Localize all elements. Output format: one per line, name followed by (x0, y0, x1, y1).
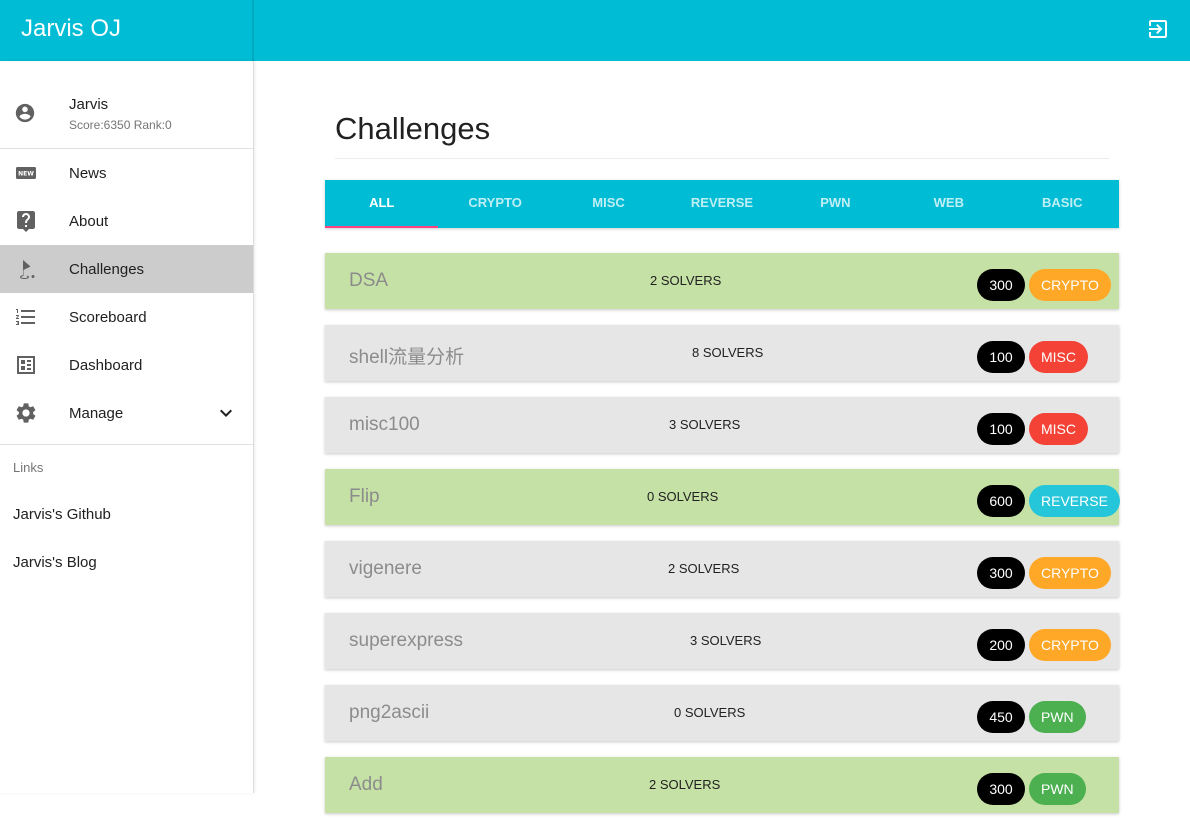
challenge-score-badge: 300 (977, 269, 1025, 301)
challenge-score-badge: 300 (977, 557, 1025, 589)
challenge-score-badge: 100 (977, 341, 1025, 373)
top-app-bar: Jarvis OJ (0, 0, 1190, 61)
challenge-category-badge: PWN (1029, 701, 1086, 733)
sidebar-item-label: Challenges (69, 260, 145, 278)
tab-reverse[interactable]: REVERSE (665, 180, 778, 228)
challenge-solvers: 0 SOLVERS (647, 489, 719, 504)
logout-icon[interactable] (1146, 17, 1170, 41)
gear-icon (14, 401, 38, 425)
sidebar-item-scoreboard[interactable]: Scoreboard (0, 293, 253, 341)
challenge-name: Flip (349, 486, 380, 507)
sidebar-item-manage[interactable]: Manage (0, 389, 253, 437)
list-icon (14, 305, 38, 329)
challenge-category-badge: CRYPTO (1029, 269, 1111, 301)
sidebar-item-dashboard[interactable]: Dashboard (0, 341, 253, 389)
tab-crypto[interactable]: CRYPTO (438, 180, 551, 228)
news-icon: NEW (14, 161, 38, 185)
golf-flag-icon (14, 257, 38, 281)
challenge-name: shell流量分析 (349, 347, 465, 368)
sidebar-item-label: News (69, 164, 107, 182)
category-tabs: ALL CRYPTO MISC REVERSE PWN WEB BASIC (325, 180, 1119, 228)
challenge-solvers: 3 SOLVERS (690, 633, 762, 648)
challenge-solvers: 2 SOLVERS (650, 273, 722, 288)
help-icon (14, 209, 38, 233)
challenge-score-badge: 100 (977, 413, 1025, 445)
tab-all[interactable]: ALL (325, 180, 439, 228)
challenge-score-badge: 600 (977, 485, 1025, 517)
tab-pwn[interactable]: PWN (779, 180, 892, 228)
app-title[interactable]: Jarvis OJ (0, 0, 254, 61)
sidebar-item-label: Scoreboard (69, 308, 147, 326)
sidebar-item-label: About (69, 212, 109, 230)
challenge-name: DSA (349, 270, 389, 291)
sidebar-item-news[interactable]: NEW News (0, 149, 253, 197)
challenge-score-badge: 450 (977, 701, 1025, 733)
page-title: Challenges (335, 111, 491, 146)
link-blog[interactable]: Jarvis's Blog (0, 539, 253, 587)
challenge-solvers: 2 SOLVERS (649, 777, 721, 792)
account-circle-icon (14, 102, 36, 129)
sidebar-item-challenges[interactable]: Challenges (0, 245, 253, 293)
challenge-card[interactable]: misc100 3 SOLVERS 100 MISC (325, 397, 1119, 453)
challenge-list: DSA 2 SOLVERS 300 CRYPTO shell流量分析 8 SOL… (325, 253, 1120, 829)
challenge-score-badge: 200 (977, 629, 1025, 661)
sidebar-item-label: Manage (69, 404, 124, 422)
sidebar: Jarvis Score:6350 Rank:0 NEW News About … (0, 61, 254, 793)
sidebar-item-label: Dashboard (69, 356, 143, 374)
challenge-solvers: 0 SOLVERS (674, 705, 746, 720)
challenge-card[interactable]: Flip 0 SOLVERS 600 REVERSE (325, 469, 1120, 525)
challenge-category-badge: MISC (1029, 413, 1088, 445)
user-score-rank: Score:6350 Rank:0 (69, 118, 172, 132)
challenge-solvers: 8 SOLVERS (692, 345, 764, 360)
tab-misc[interactable]: MISC (552, 180, 665, 228)
challenge-card[interactable]: superexpress 3 SOLVERS 200 CRYPTO (325, 613, 1119, 669)
challenge-card[interactable]: png2ascii 0 SOLVERS 450 PWN (325, 685, 1119, 741)
challenge-name: misc100 (349, 414, 420, 435)
challenge-card[interactable]: DSA 2 SOLVERS 300 CRYPTO (325, 253, 1119, 309)
challenge-category-badge: CRYPTO (1029, 557, 1111, 589)
user-name: Jarvis (69, 96, 109, 113)
challenge-solvers: 3 SOLVERS (669, 417, 741, 432)
svg-text:NEW: NEW (18, 171, 34, 178)
sidebar-item-about[interactable]: About (0, 197, 253, 245)
dashboard-icon (14, 353, 38, 377)
chevron-down-icon[interactable] (214, 401, 238, 425)
challenge-name: png2ascii (349, 702, 430, 723)
user-profile[interactable]: Jarvis Score:6350 Rank:0 (0, 61, 253, 149)
challenge-card[interactable]: vigenere 2 SOLVERS 300 CRYPTO (325, 541, 1119, 597)
title-divider (335, 158, 1109, 159)
tab-web[interactable]: WEB (892, 180, 1005, 228)
tab-basic[interactable]: BASIC (1006, 180, 1119, 228)
challenge-name: superexpress (349, 630, 464, 651)
challenge-category-badge: REVERSE (1029, 485, 1120, 517)
challenge-category-badge: CRYPTO (1029, 629, 1111, 661)
challenge-card[interactable]: Add 2 SOLVERS 300 PWN (325, 757, 1119, 813)
links-header: Links (13, 460, 44, 475)
link-github[interactable]: Jarvis's Github (0, 491, 253, 539)
challenge-score-badge: 300 (977, 773, 1025, 805)
main-content: Challenges ALL CRYPTO MISC REVERSE PWN W… (255, 61, 1190, 813)
challenge-card[interactable]: shell流量分析 8 SOLVERS 100 MISC (325, 325, 1119, 381)
challenge-category-badge: PWN (1029, 773, 1086, 805)
challenge-solvers: 2 SOLVERS (668, 561, 740, 576)
challenge-name: vigenere (349, 558, 422, 579)
challenge-category-badge: MISC (1029, 341, 1088, 373)
